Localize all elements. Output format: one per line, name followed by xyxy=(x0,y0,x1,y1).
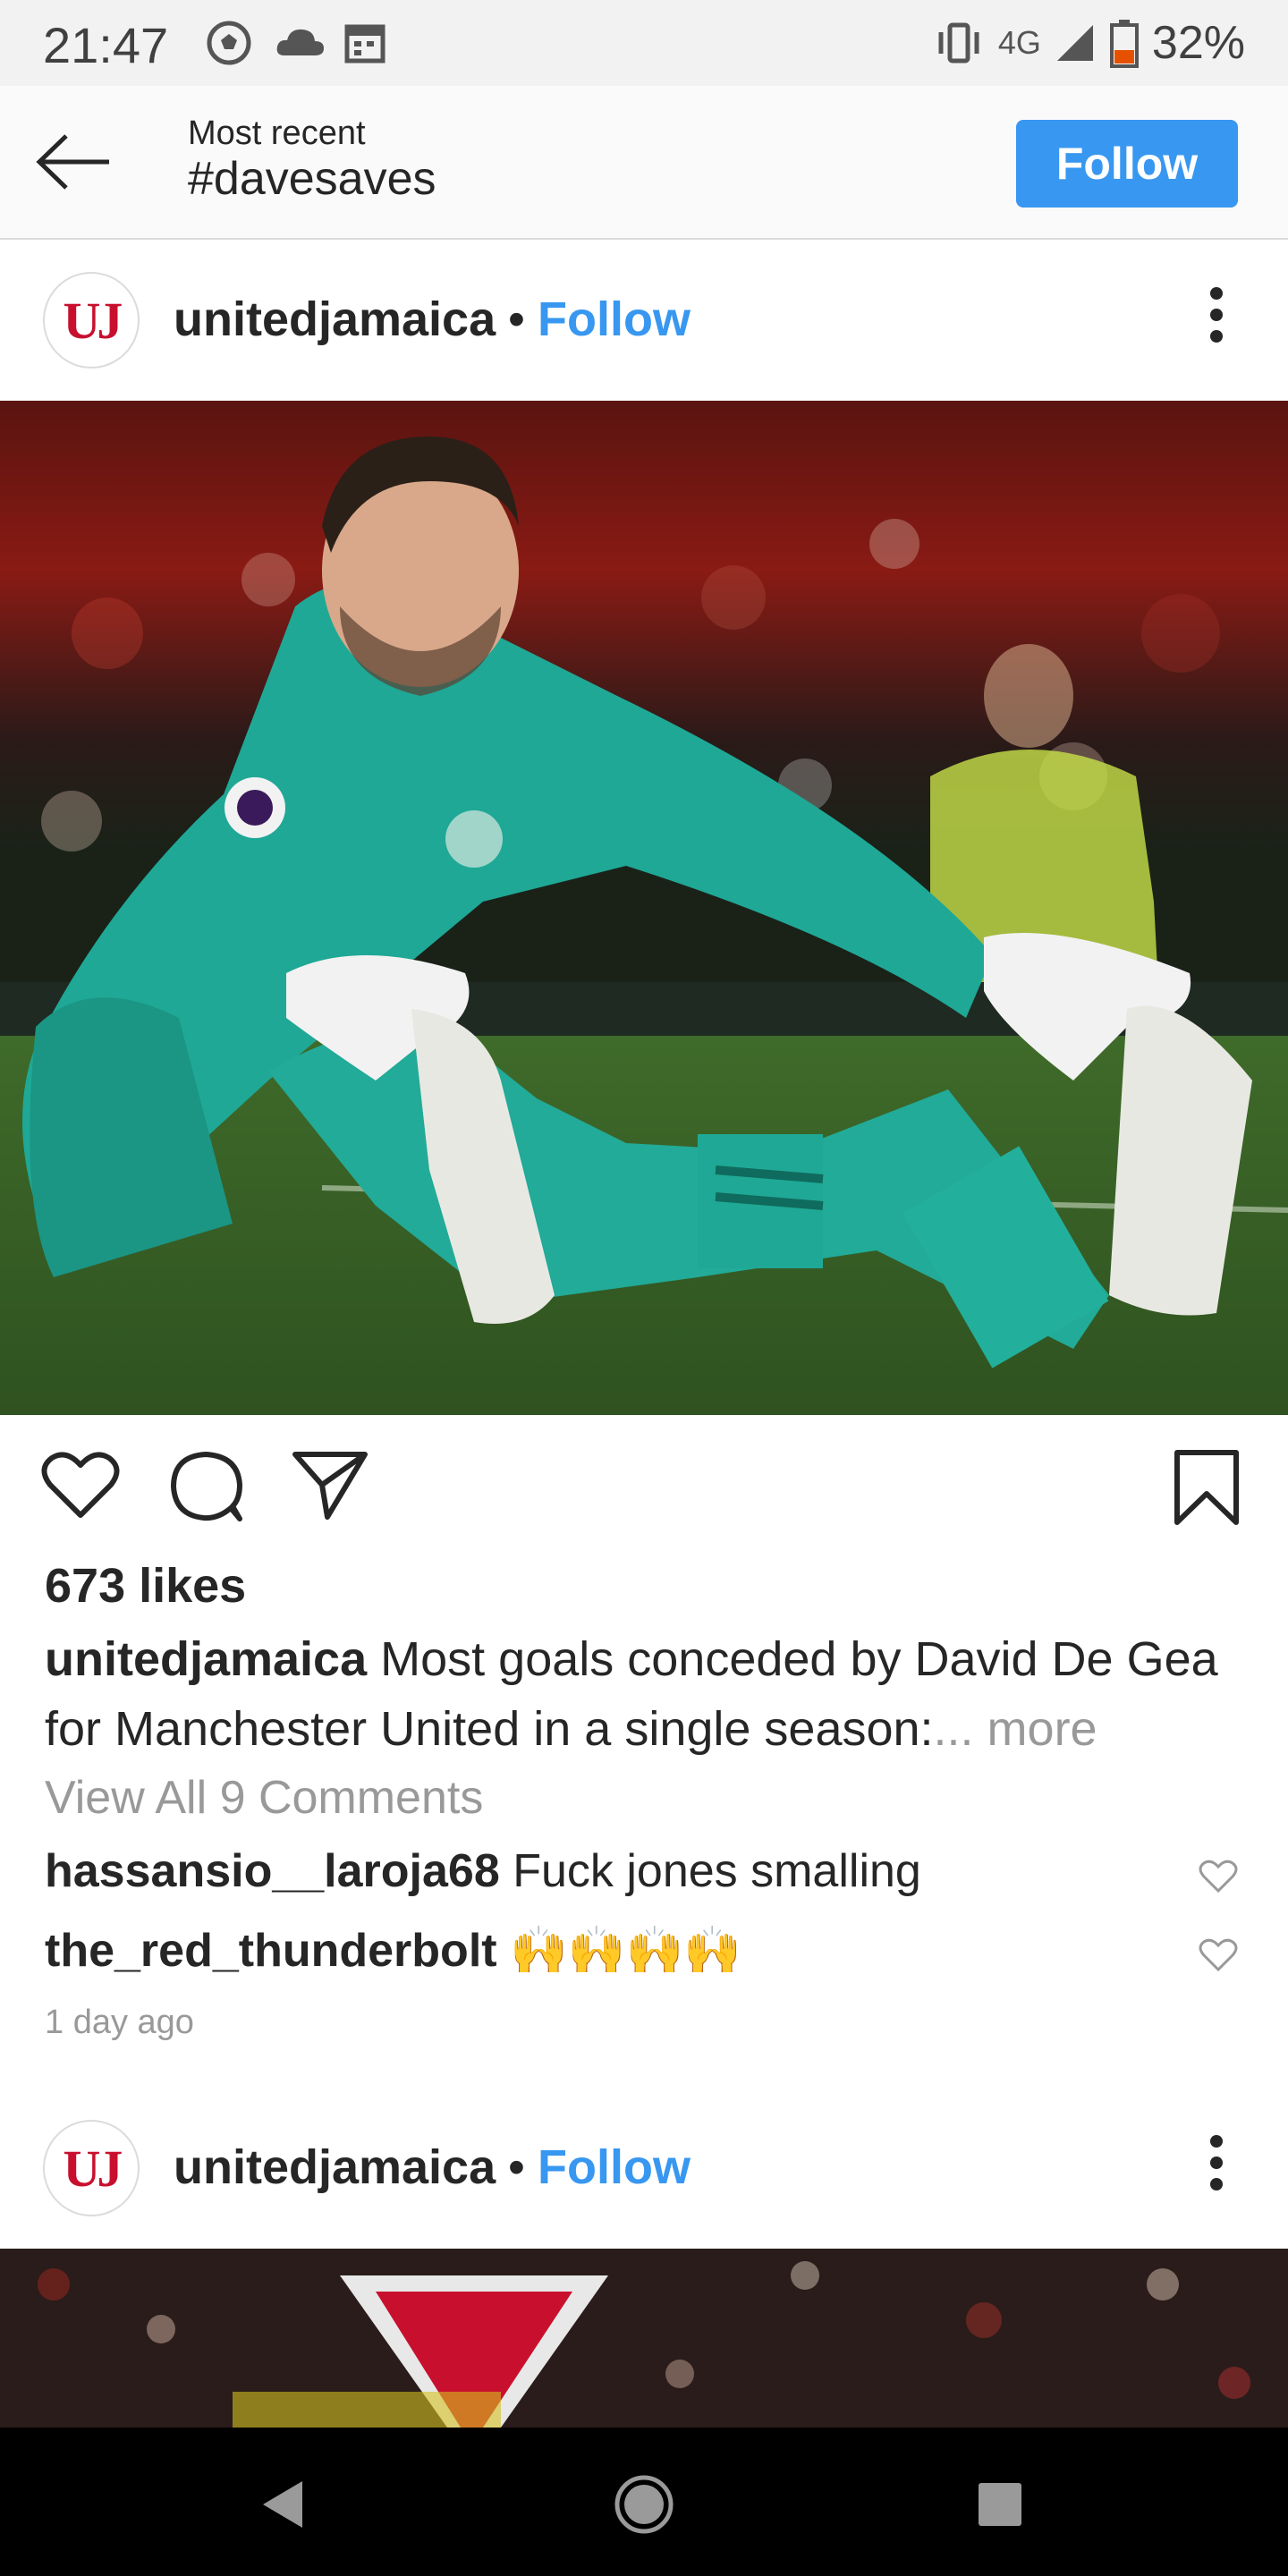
view-all-comments-link[interactable]: View All 9 Comments xyxy=(45,1771,483,1825)
comment-username[interactable]: hassansio__laroja68 xyxy=(45,1845,500,1897)
nav-recents-icon[interactable] xyxy=(977,2481,1023,2528)
save-bookmark-icon[interactable] xyxy=(1174,1449,1240,1526)
like-heart-icon[interactable] xyxy=(41,1449,120,1521)
avatar[interactable]: UJ xyxy=(43,272,140,369)
status-bar: 21:47 4G 32% xyxy=(0,0,1288,86)
post-header: UJ unitedjamaica • Follow xyxy=(0,240,1288,401)
comment-row: hassansio__laroja68 Fuck jones smalling xyxy=(45,1844,921,1898)
status-time: 21:47 xyxy=(43,17,169,73)
comment-icon[interactable] xyxy=(168,1449,245,1522)
calendar-icon xyxy=(344,24,386,64)
post-follow-link[interactable]: Follow xyxy=(538,2140,691,2195)
follow-hashtag-button[interactable]: Follow xyxy=(1016,120,1238,208)
comment-like-heart-icon[interactable] xyxy=(1199,1859,1238,1894)
comment-username[interactable]: the_red_thunderbolt xyxy=(45,1925,497,1977)
post-caption: unitedjamaica Most goals conceded by Dav… xyxy=(45,1624,1252,1764)
more-options-icon[interactable] xyxy=(1209,286,1224,343)
post-follow-link[interactable]: Follow xyxy=(538,292,691,347)
comment-text: Fuck jones smalling xyxy=(513,1845,921,1897)
vibrate-icon xyxy=(938,22,979,64)
goalkeeper-photo xyxy=(0,401,1288,1415)
avatar[interactable]: UJ xyxy=(43,2120,140,2216)
header-subtitle: Most recent xyxy=(188,114,366,152)
post-username[interactable]: unitedjamaica xyxy=(174,2140,496,2195)
nav-back-icon[interactable] xyxy=(259,2478,306,2531)
comment-text: 🙌🙌🙌🙌 xyxy=(510,1925,742,1977)
share-direct-icon[interactable] xyxy=(292,1449,369,1522)
post-header: UJ unitedjamaica • Follow xyxy=(0,2088,1288,2249)
separator-dot: • xyxy=(508,292,525,346)
soccer-ball-icon xyxy=(207,21,251,65)
app-header: Most recent #davesaves Follow xyxy=(0,86,1288,240)
comment-row: the_red_thunderbolt 🙌🙌🙌🙌 xyxy=(45,1923,741,1978)
nav-home-icon[interactable] xyxy=(614,2474,674,2535)
post-timestamp: 1 day ago xyxy=(45,2004,194,2041)
system-nav-bar xyxy=(0,2428,1288,2576)
back-arrow-icon[interactable] xyxy=(34,132,113,191)
more-options-icon[interactable] xyxy=(1209,2134,1224,2191)
avatar-logo-text: UJ xyxy=(63,2139,123,2198)
like-count[interactable]: 673 likes xyxy=(45,1558,246,1614)
stadium-photo xyxy=(0,2249,1288,2428)
cloud-icon xyxy=(276,29,324,55)
post-username[interactable]: unitedjamaica xyxy=(174,292,496,347)
post-photo[interactable] xyxy=(0,401,1288,1415)
hashtag-title: #davesaves xyxy=(188,153,436,205)
status-right: 4G 32% xyxy=(932,16,1245,70)
avatar-logo-text: UJ xyxy=(63,291,123,350)
caption-username[interactable]: unitedjamaica xyxy=(45,1632,367,1686)
battery-percent: 32% xyxy=(1151,17,1245,69)
comment-like-heart-icon[interactable] xyxy=(1199,1937,1238,1973)
network-type: 4G xyxy=(997,24,1041,61)
caption-more-link[interactable]: ... more xyxy=(934,1702,1097,1756)
separator-dot: • xyxy=(508,2140,525,2194)
post-photo[interactable] xyxy=(0,2249,1288,2428)
signal-icon xyxy=(1056,25,1093,61)
battery-icon xyxy=(1109,20,1139,68)
